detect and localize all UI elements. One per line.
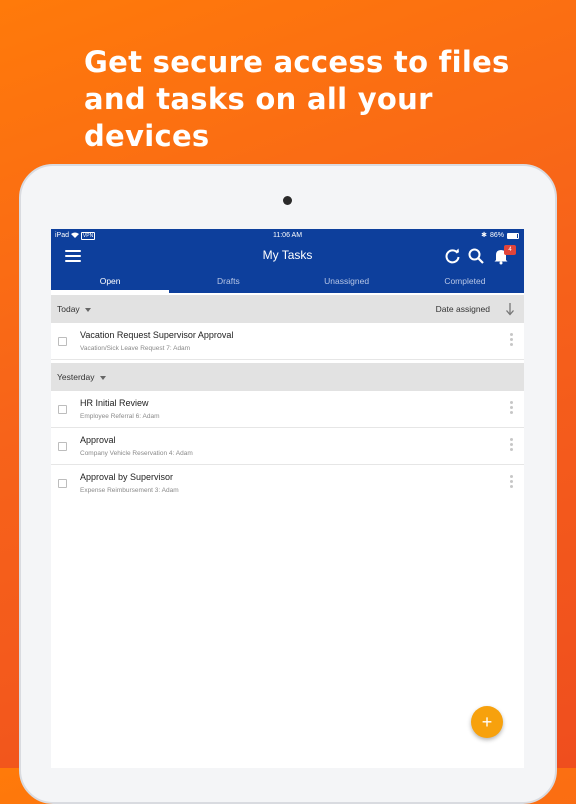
more-dot (510, 411, 513, 414)
app-screen: iPad VPN 11:06 AM ✱ 86% My Tasks 4 Open (51, 229, 524, 768)
task-title: Vacation Request Supervisor Approval (80, 330, 234, 340)
battery-icon (507, 233, 519, 239)
task-row[interactable]: Approval by Supervisor Expense Reimburse… (51, 465, 524, 502)
group-header-today[interactable]: Today Date assigned (51, 295, 524, 323)
group-toggle-today[interactable]: Today (57, 304, 91, 314)
task-title: HR Initial Review (80, 398, 149, 408)
more-dot (510, 333, 513, 336)
tab-open[interactable]: Open (51, 269, 170, 293)
task-row[interactable]: HR Initial Review Employee Referral 6: A… (51, 391, 524, 428)
task-checkbox[interactable] (58, 442, 67, 451)
status-right: ✱ 86% (481, 229, 519, 243)
tab-completed[interactable]: Completed (406, 269, 524, 293)
task-subtitle: Company Vehicle Reservation 4: Adam (80, 450, 193, 457)
nav-bar: My Tasks (51, 243, 524, 269)
task-tabs: Open Drafts Unassigned Completed (51, 269, 524, 293)
tab-unassigned[interactable]: Unassigned (288, 269, 406, 293)
group-label: Today (57, 304, 80, 314)
battery-fill (508, 234, 517, 238)
camera-dot (283, 196, 292, 205)
task-subtitle: Expense Reimbursement 3: Adam (80, 487, 179, 494)
task-subtitle: Vacation/Sick Leave Request 7: Adam (80, 345, 191, 352)
more-dot (510, 475, 513, 478)
sort-label[interactable]: Date assigned (436, 304, 490, 314)
task-checkbox[interactable] (58, 337, 67, 346)
more-vertical-icon[interactable] (510, 475, 513, 490)
bluetooth-icon: ✱ (481, 232, 487, 239)
status-bar: iPad VPN 11:06 AM ✱ 86% (51, 229, 524, 243)
more-dot (510, 485, 513, 488)
battery-percent: 86% (489, 232, 504, 239)
add-task-button[interactable]: + (471, 706, 503, 738)
more-vertical-icon[interactable] (510, 401, 513, 416)
status-time: 11:06 AM (272, 232, 303, 239)
task-subtitle: Employee Referral 6: Adam (80, 413, 160, 420)
tab-drafts[interactable]: Drafts (169, 269, 287, 293)
more-dot (510, 448, 513, 451)
notification-badge: 4 (504, 245, 516, 255)
task-checkbox[interactable] (58, 479, 67, 488)
arrow-down-icon[interactable] (505, 302, 515, 316)
more-dot (510, 406, 513, 409)
caret-down-icon (99, 375, 106, 380)
more-vertical-icon[interactable] (510, 438, 513, 453)
caret-down-icon (84, 307, 91, 312)
promo-headline: Get secure access to files and tasks on … (84, 45, 510, 153)
group-header-yesterday[interactable]: Yesterday (51, 363, 524, 391)
more-vertical-icon[interactable] (510, 333, 513, 348)
more-dot (510, 443, 513, 446)
task-title: Approval (80, 435, 116, 445)
search-icon[interactable] (467, 247, 485, 265)
more-dot (510, 480, 513, 483)
group-label: Yesterday (57, 372, 95, 382)
more-dot (510, 343, 513, 346)
more-dot (510, 401, 513, 404)
task-title: Approval by Supervisor (80, 472, 174, 482)
task-checkbox[interactable] (58, 405, 67, 414)
task-row[interactable]: Approval Company Vehicle Reservation 4: … (51, 428, 524, 465)
refresh-icon[interactable] (444, 247, 462, 265)
task-row[interactable]: Vacation Request Supervisor Approval Vac… (51, 323, 524, 360)
group-toggle-yesterday[interactable]: Yesterday (57, 372, 106, 382)
more-dot (510, 438, 513, 441)
more-dot (510, 338, 513, 341)
